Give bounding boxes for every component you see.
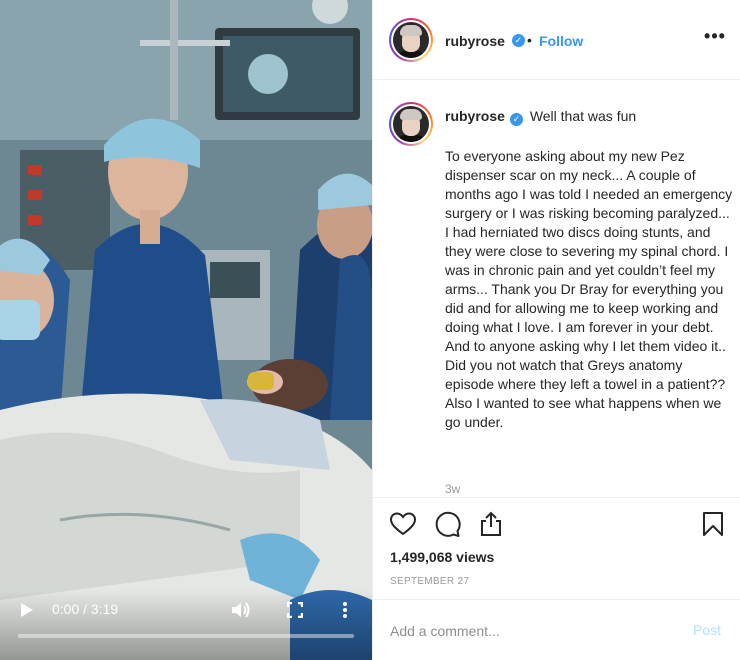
caption-avatar[interactable] (389, 102, 433, 146)
video-player[interactable]: 0:00 / 3:19 (0, 0, 372, 660)
like-button[interactable] (389, 510, 417, 538)
volume-icon (232, 602, 250, 618)
add-comment-section: Post (373, 599, 740, 660)
comment-button[interactable] (433, 510, 461, 538)
play-button[interactable] (14, 600, 40, 620)
fullscreen-button[interactable] (282, 598, 308, 622)
comment-icon (435, 511, 461, 537)
verified-badge-icon: ✓ (512, 34, 525, 47)
post-date[interactable]: SEPTEMBER 27 (390, 576, 469, 587)
more-options-button[interactable]: ••• (703, 27, 727, 52)
header-username[interactable]: rubyrose (445, 33, 505, 49)
video-progress-bar[interactable] (18, 634, 354, 638)
post-panel: rubyrose ✓ • Follow ••• rubyrose ✓ Well t… (372, 0, 740, 660)
video-more-button[interactable] (334, 598, 356, 622)
view-count[interactable]: 1,499,068 views (390, 549, 494, 565)
video-frame (0, 0, 372, 660)
avatar-image (393, 22, 429, 58)
caption-timestamp[interactable]: 3w (445, 482, 460, 496)
header-separator: • (527, 32, 532, 48)
share-icon (481, 511, 501, 536)
volume-button[interactable] (228, 598, 254, 622)
fullscreen-icon (287, 602, 303, 618)
avatar-image (393, 106, 429, 142)
post-actions: 1,499,068 views SEPTEMBER 27 (373, 497, 740, 597)
post-button[interactable]: Post (693, 622, 721, 638)
caption-username[interactable]: rubyrose (445, 108, 505, 124)
video-time: 0:00 / 3:19 (52, 601, 119, 617)
more-vertical-icon (343, 602, 347, 618)
caption-title-line: rubyrose ✓ Well that was fun (445, 108, 636, 126)
follow-button[interactable]: Follow (539, 33, 583, 49)
caption-section: rubyrose ✓ Well that was fun To everyone … (373, 80, 740, 497)
post-header: rubyrose ✓ • Follow ••• (373, 0, 740, 80)
bookmark-icon (703, 512, 723, 536)
play-icon (21, 603, 33, 617)
verified-badge-icon: ✓ (509, 113, 523, 126)
avatar[interactable] (389, 18, 433, 62)
heart-icon (389, 512, 417, 536)
caption-text: To everyone asking about my new Pez disp… (445, 148, 733, 430)
comment-input[interactable] (390, 620, 670, 642)
caption-title: Well that was fun (529, 108, 637, 124)
save-button[interactable] (699, 510, 727, 538)
share-button[interactable] (477, 510, 505, 538)
